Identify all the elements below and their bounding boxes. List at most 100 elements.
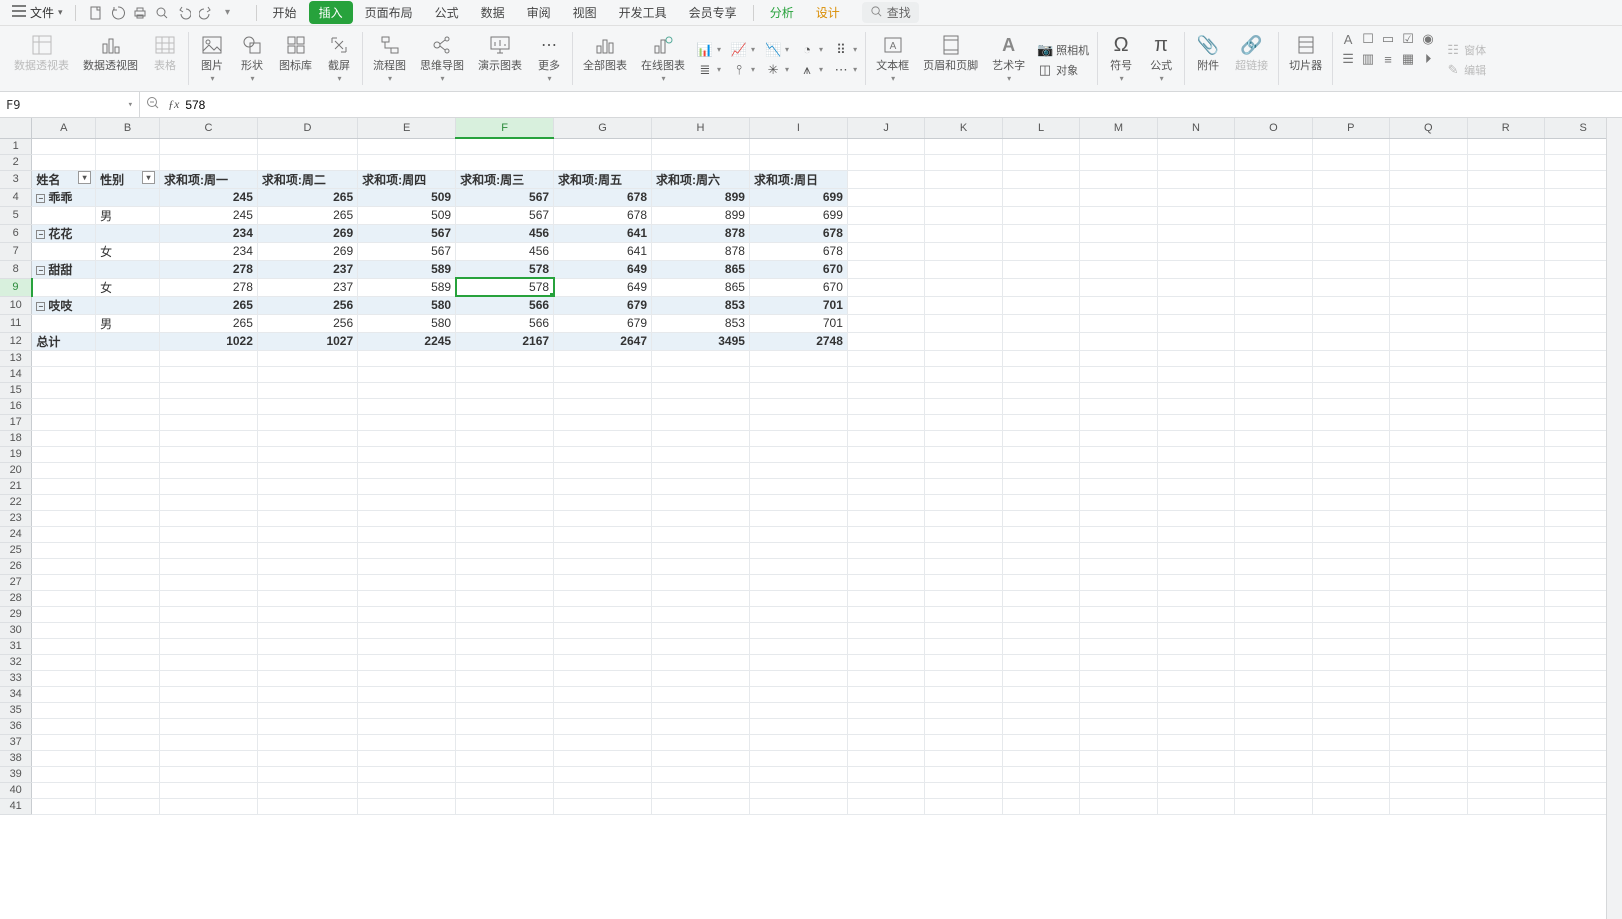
cell-G2[interactable]	[554, 154, 652, 170]
cell-I7[interactable]: 678	[749, 242, 847, 260]
pie-chart-dd[interactable]: ◔▾	[797, 41, 825, 59]
cell-S26[interactable]	[1544, 558, 1606, 574]
cell-D9[interactable]: 237	[257, 278, 357, 296]
row-header-33[interactable]: 33	[0, 670, 32, 686]
cell-R4[interactable]	[1467, 188, 1544, 206]
cell-G41[interactable]	[554, 798, 652, 814]
camera-button[interactable]: 📷照相机	[1035, 41, 1091, 59]
cell-N9[interactable]	[1157, 278, 1234, 296]
cell-C2[interactable]	[159, 154, 257, 170]
cell-K30[interactable]	[925, 622, 1002, 638]
cell-G11[interactable]: 679	[554, 314, 652, 332]
scatter-chart-dd[interactable]: ⠿▾	[831, 41, 859, 59]
row-header-10[interactable]: 10	[0, 296, 32, 314]
cell-F28[interactable]	[456, 590, 554, 606]
cell-I11[interactable]: 701	[749, 314, 847, 332]
cell-O6[interactable]	[1235, 224, 1312, 242]
cell-D27[interactable]	[257, 574, 357, 590]
row-header-30[interactable]: 30	[0, 622, 32, 638]
cell-J39[interactable]	[847, 766, 924, 782]
col-header-K[interactable]: K	[925, 118, 1002, 138]
cell-K39[interactable]	[925, 766, 1002, 782]
cell-R34[interactable]	[1467, 686, 1544, 702]
cell-H30[interactable]	[652, 622, 750, 638]
cell-Q35[interactable]	[1390, 702, 1467, 718]
cell-E26[interactable]	[358, 558, 456, 574]
cell-G40[interactable]	[554, 782, 652, 798]
cell-H37[interactable]	[652, 734, 750, 750]
bar-chart-dd[interactable]: ≣▾	[695, 61, 723, 79]
cell-N4[interactable]	[1157, 188, 1234, 206]
col-header-F[interactable]: F	[456, 118, 554, 138]
filter-dropdown-icon[interactable]: ▾	[78, 171, 91, 184]
cell-O28[interactable]	[1235, 590, 1312, 606]
cell-B35[interactable]	[96, 702, 160, 718]
cell-I18[interactable]	[749, 430, 847, 446]
cell-F3[interactable]: 求和项:周三	[456, 170, 554, 188]
row-header-12[interactable]: 12	[0, 332, 32, 350]
cell-C36[interactable]	[159, 718, 257, 734]
cell-R15[interactable]	[1467, 382, 1544, 398]
cell-O37[interactable]	[1235, 734, 1312, 750]
cell-B1[interactable]	[96, 138, 160, 154]
cell-Q22[interactable]	[1390, 494, 1467, 510]
row-header-34[interactable]: 34	[0, 686, 32, 702]
cell-Q5[interactable]	[1390, 206, 1467, 224]
cell-P21[interactable]	[1312, 478, 1389, 494]
cell-S3[interactable]	[1544, 170, 1606, 188]
cell-I21[interactable]	[749, 478, 847, 494]
cell-A7[interactable]	[32, 242, 96, 260]
cell-H1[interactable]	[652, 138, 750, 154]
cell-E1[interactable]	[358, 138, 456, 154]
cell-N8[interactable]	[1157, 260, 1234, 278]
cell-G39[interactable]	[554, 766, 652, 782]
cell-K3[interactable]	[925, 170, 1002, 188]
mindmap-button[interactable]: 思维导图▾	[416, 30, 468, 85]
cell-B34[interactable]	[96, 686, 160, 702]
cell-A8[interactable]: −甜甜	[32, 260, 96, 278]
cell-Q17[interactable]	[1390, 414, 1467, 430]
form-edit-button[interactable]: ✎编辑	[1443, 61, 1488, 79]
cell-O7[interactable]	[1235, 242, 1312, 260]
cell-S7[interactable]	[1544, 242, 1606, 260]
cell-A21[interactable]	[32, 478, 96, 494]
col-header-P[interactable]: P	[1312, 118, 1389, 138]
cell-P10[interactable]	[1312, 296, 1389, 314]
cell-L22[interactable]	[1002, 494, 1079, 510]
cell-C17[interactable]	[159, 414, 257, 430]
cell-E17[interactable]	[358, 414, 456, 430]
cell-B39[interactable]	[96, 766, 160, 782]
vertical-scrollbar[interactable]	[1606, 118, 1622, 919]
cell-C34[interactable]	[159, 686, 257, 702]
cell-F40[interactable]	[456, 782, 554, 798]
cell-R30[interactable]	[1467, 622, 1544, 638]
cell-H12[interactable]: 3495	[652, 332, 750, 350]
cell-N17[interactable]	[1157, 414, 1234, 430]
cell-A33[interactable]	[32, 670, 96, 686]
cell-M34[interactable]	[1080, 686, 1157, 702]
undo-icon[interactable]	[176, 5, 192, 21]
cell-R18[interactable]	[1467, 430, 1544, 446]
area-chart-dd[interactable]: 📉▾	[763, 41, 791, 59]
cell-N37[interactable]	[1157, 734, 1234, 750]
cell-P35[interactable]	[1312, 702, 1389, 718]
cell-S13[interactable]	[1544, 350, 1606, 366]
flowchart-button[interactable]: 流程图▾	[369, 30, 410, 85]
cell-O4[interactable]	[1235, 188, 1312, 206]
cell-D28[interactable]	[257, 590, 357, 606]
cell-B8[interactable]	[96, 260, 160, 278]
cell-G18[interactable]	[554, 430, 652, 446]
cell-I8[interactable]: 670	[749, 260, 847, 278]
cell-J31[interactable]	[847, 638, 924, 654]
row-header-5[interactable]: 5	[0, 206, 32, 224]
cell-P25[interactable]	[1312, 542, 1389, 558]
cell-N2[interactable]	[1157, 154, 1234, 170]
cell-C27[interactable]	[159, 574, 257, 590]
cell-C12[interactable]: 1022	[159, 332, 257, 350]
cell-M39[interactable]	[1080, 766, 1157, 782]
cell-C7[interactable]: 234	[159, 242, 257, 260]
row-header-16[interactable]: 16	[0, 398, 32, 414]
cell-B16[interactable]	[96, 398, 160, 414]
cell-J28[interactable]	[847, 590, 924, 606]
cell-A31[interactable]	[32, 638, 96, 654]
